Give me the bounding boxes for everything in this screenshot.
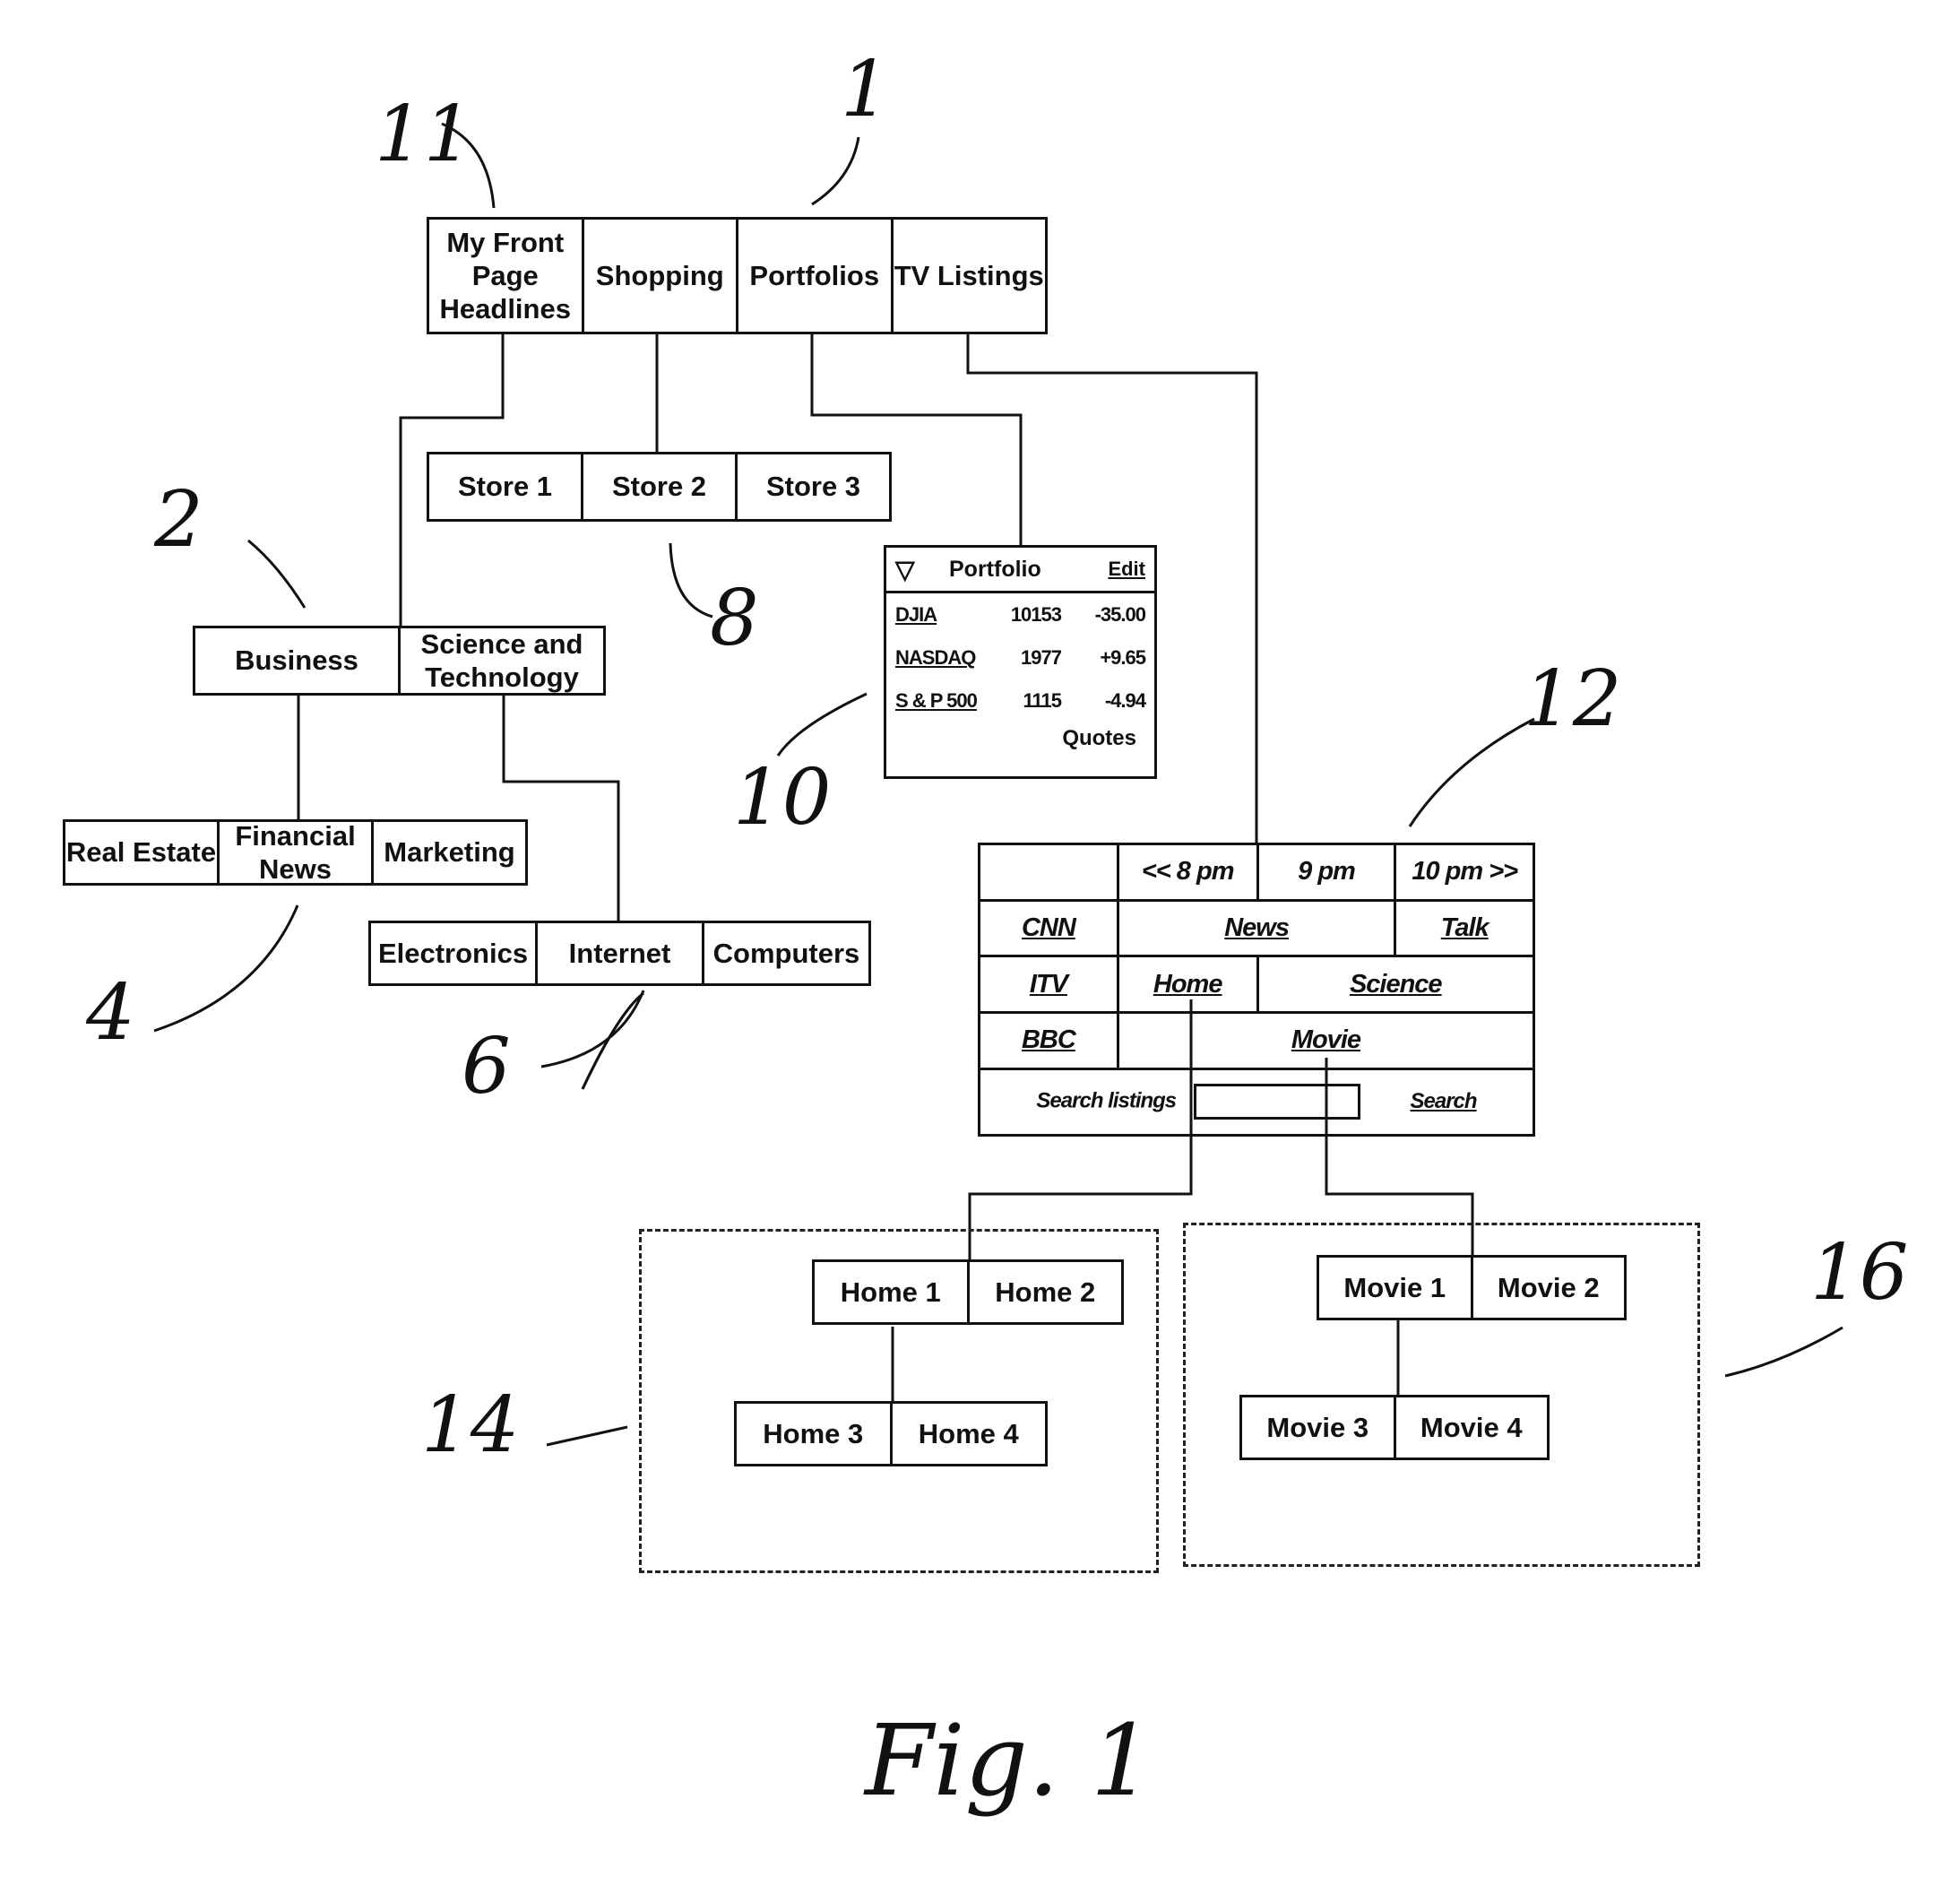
ref-1: 1 [841,45,890,134]
time-prev-8pm[interactable]: << 8 pm [1116,843,1259,902]
quote-name-link[interactable]: S & P 500 [895,690,980,711]
movie-2[interactable]: Movie 2 [1473,1258,1625,1318]
home-4[interactable]: Home 4 [893,1404,1046,1464]
quote-value: 1977 [1021,646,1062,669]
quote-value: 1115 [1023,689,1062,712]
tab-tv-listings[interactable]: TV Listings [894,220,1046,332]
channel-label: ITV [1029,969,1068,999]
program-home[interactable]: Home [1116,955,1259,1015]
store-1[interactable]: Store 1 [429,454,583,519]
ref-2: 2 [154,475,203,565]
triangle-down-icon[interactable]: ▽ [895,555,949,584]
sub-marketing[interactable]: Marketing [374,822,525,883]
program-movie[interactable]: Movie [1116,1011,1536,1070]
business-sub-bar: Real Estate Financial News Marketing [63,819,528,886]
store-bar: Store 1 Store 2 Store 3 [427,452,892,522]
channel-cnn[interactable]: CNN [978,898,1119,958]
sub-real-estate[interactable]: Real Estate [65,822,220,883]
grid-corner [978,843,1119,902]
ref-8: 8 [710,574,759,663]
movie-row-1: Movie 1 Movie 2 [1317,1255,1627,1320]
program-science[interactable]: Science [1256,955,1536,1015]
home-2[interactable]: Home 2 [970,1262,1122,1322]
ref-12: 12 [1524,654,1622,744]
tab-shopping[interactable]: Shopping [584,220,738,332]
quotes-link[interactable]: Quotes [886,726,1154,751]
quote-change: -4.94 [1104,689,1146,712]
quote-change: -35.00 [1094,603,1146,626]
figure-caption: Fig. 1 [865,1703,1153,1818]
home-row-2: Home 3 Home 4 [734,1401,1048,1466]
home-row-1: Home 1 Home 2 [812,1259,1124,1325]
sub-financial-news[interactable]: Financial News [220,820,374,885]
science-sub-bar: Electronics Internet Computers [368,921,871,986]
ref-16: 16 [1810,1228,1909,1318]
sub-computers[interactable]: Computers [704,923,868,983]
portfolio-widget: ▽ Portfolio Edit DJIA 10153 -35.00 NASDA… [884,545,1157,779]
channel-itv[interactable]: ITV [978,955,1119,1015]
movie-4[interactable]: Movie 4 [1396,1397,1548,1458]
category-science-technology[interactable]: Science and Technology [401,628,603,693]
movie-1[interactable]: Movie 1 [1319,1258,1473,1318]
program-talk[interactable]: Talk [1394,898,1535,958]
portfolio-row: DJIA 10153 -35.00 [886,593,1154,636]
category-bar: Business Science and Technology [193,626,606,696]
home-3[interactable]: Home 3 [737,1404,893,1464]
ref-11: 11 [375,90,473,179]
quote-name-link[interactable]: NASDAQ [895,647,980,668]
portfolio-row: S & P 500 1115 -4.94 [886,679,1154,722]
portfolio-title: Portfolio [949,556,1041,582]
quote-name-link[interactable]: DJIA [895,604,980,625]
tv-listings-grid: << 8 pm 9 pm 10 pm >> CNN News Talk ITV … [978,843,1536,1137]
ref-4: 4 [86,968,135,1058]
program-label: Science [1349,969,1443,999]
program-label: News [1224,913,1290,943]
ref-14: 14 [421,1380,520,1470]
program-label: Movie [1291,1025,1361,1055]
program-label: Talk [1440,913,1489,943]
program-news[interactable]: News [1116,898,1397,958]
search-row: Search listings Search [978,1067,1535,1137]
time-next-10pm[interactable]: 10 pm >> [1394,843,1535,902]
channel-label: BBC [1021,1025,1076,1055]
search-label: Search listings [1036,1088,1177,1113]
ref-10: 10 [733,753,832,843]
sub-electronics[interactable]: Electronics [371,923,538,983]
channel-label: CNN [1021,913,1076,943]
store-3[interactable]: Store 3 [738,454,889,519]
portfolio-edit-link[interactable]: Edit [1108,558,1145,581]
quote-value: 10153 [1010,603,1062,626]
channel-bbc[interactable]: BBC [978,1011,1119,1070]
movie-row-2: Movie 3 Movie 4 [1239,1395,1550,1460]
quote-change: +9.65 [1100,646,1146,669]
time-9pm: 9 pm [1256,843,1397,902]
portfolio-header: ▽ Portfolio Edit [886,548,1154,593]
tab-front-page-headlines[interactable]: My Front Page Headlines [429,220,584,332]
search-button[interactable]: Search [1411,1089,1478,1113]
sub-internet[interactable]: Internet [538,923,704,983]
home-1[interactable]: Home 1 [815,1262,970,1322]
movie-3[interactable]: Movie 3 [1242,1397,1396,1458]
search-input[interactable] [1193,1084,1360,1120]
portfolio-row: NASDAQ 1977 +9.65 [886,636,1154,679]
category-business[interactable]: Business [195,628,401,693]
tab-portfolios[interactable]: Portfolios [738,220,894,332]
top-tab-bar: My Front Page Headlines Shopping Portfol… [427,217,1048,334]
program-label: Home [1153,969,1223,999]
store-2[interactable]: Store 2 [583,454,738,519]
ref-6: 6 [462,1022,511,1112]
